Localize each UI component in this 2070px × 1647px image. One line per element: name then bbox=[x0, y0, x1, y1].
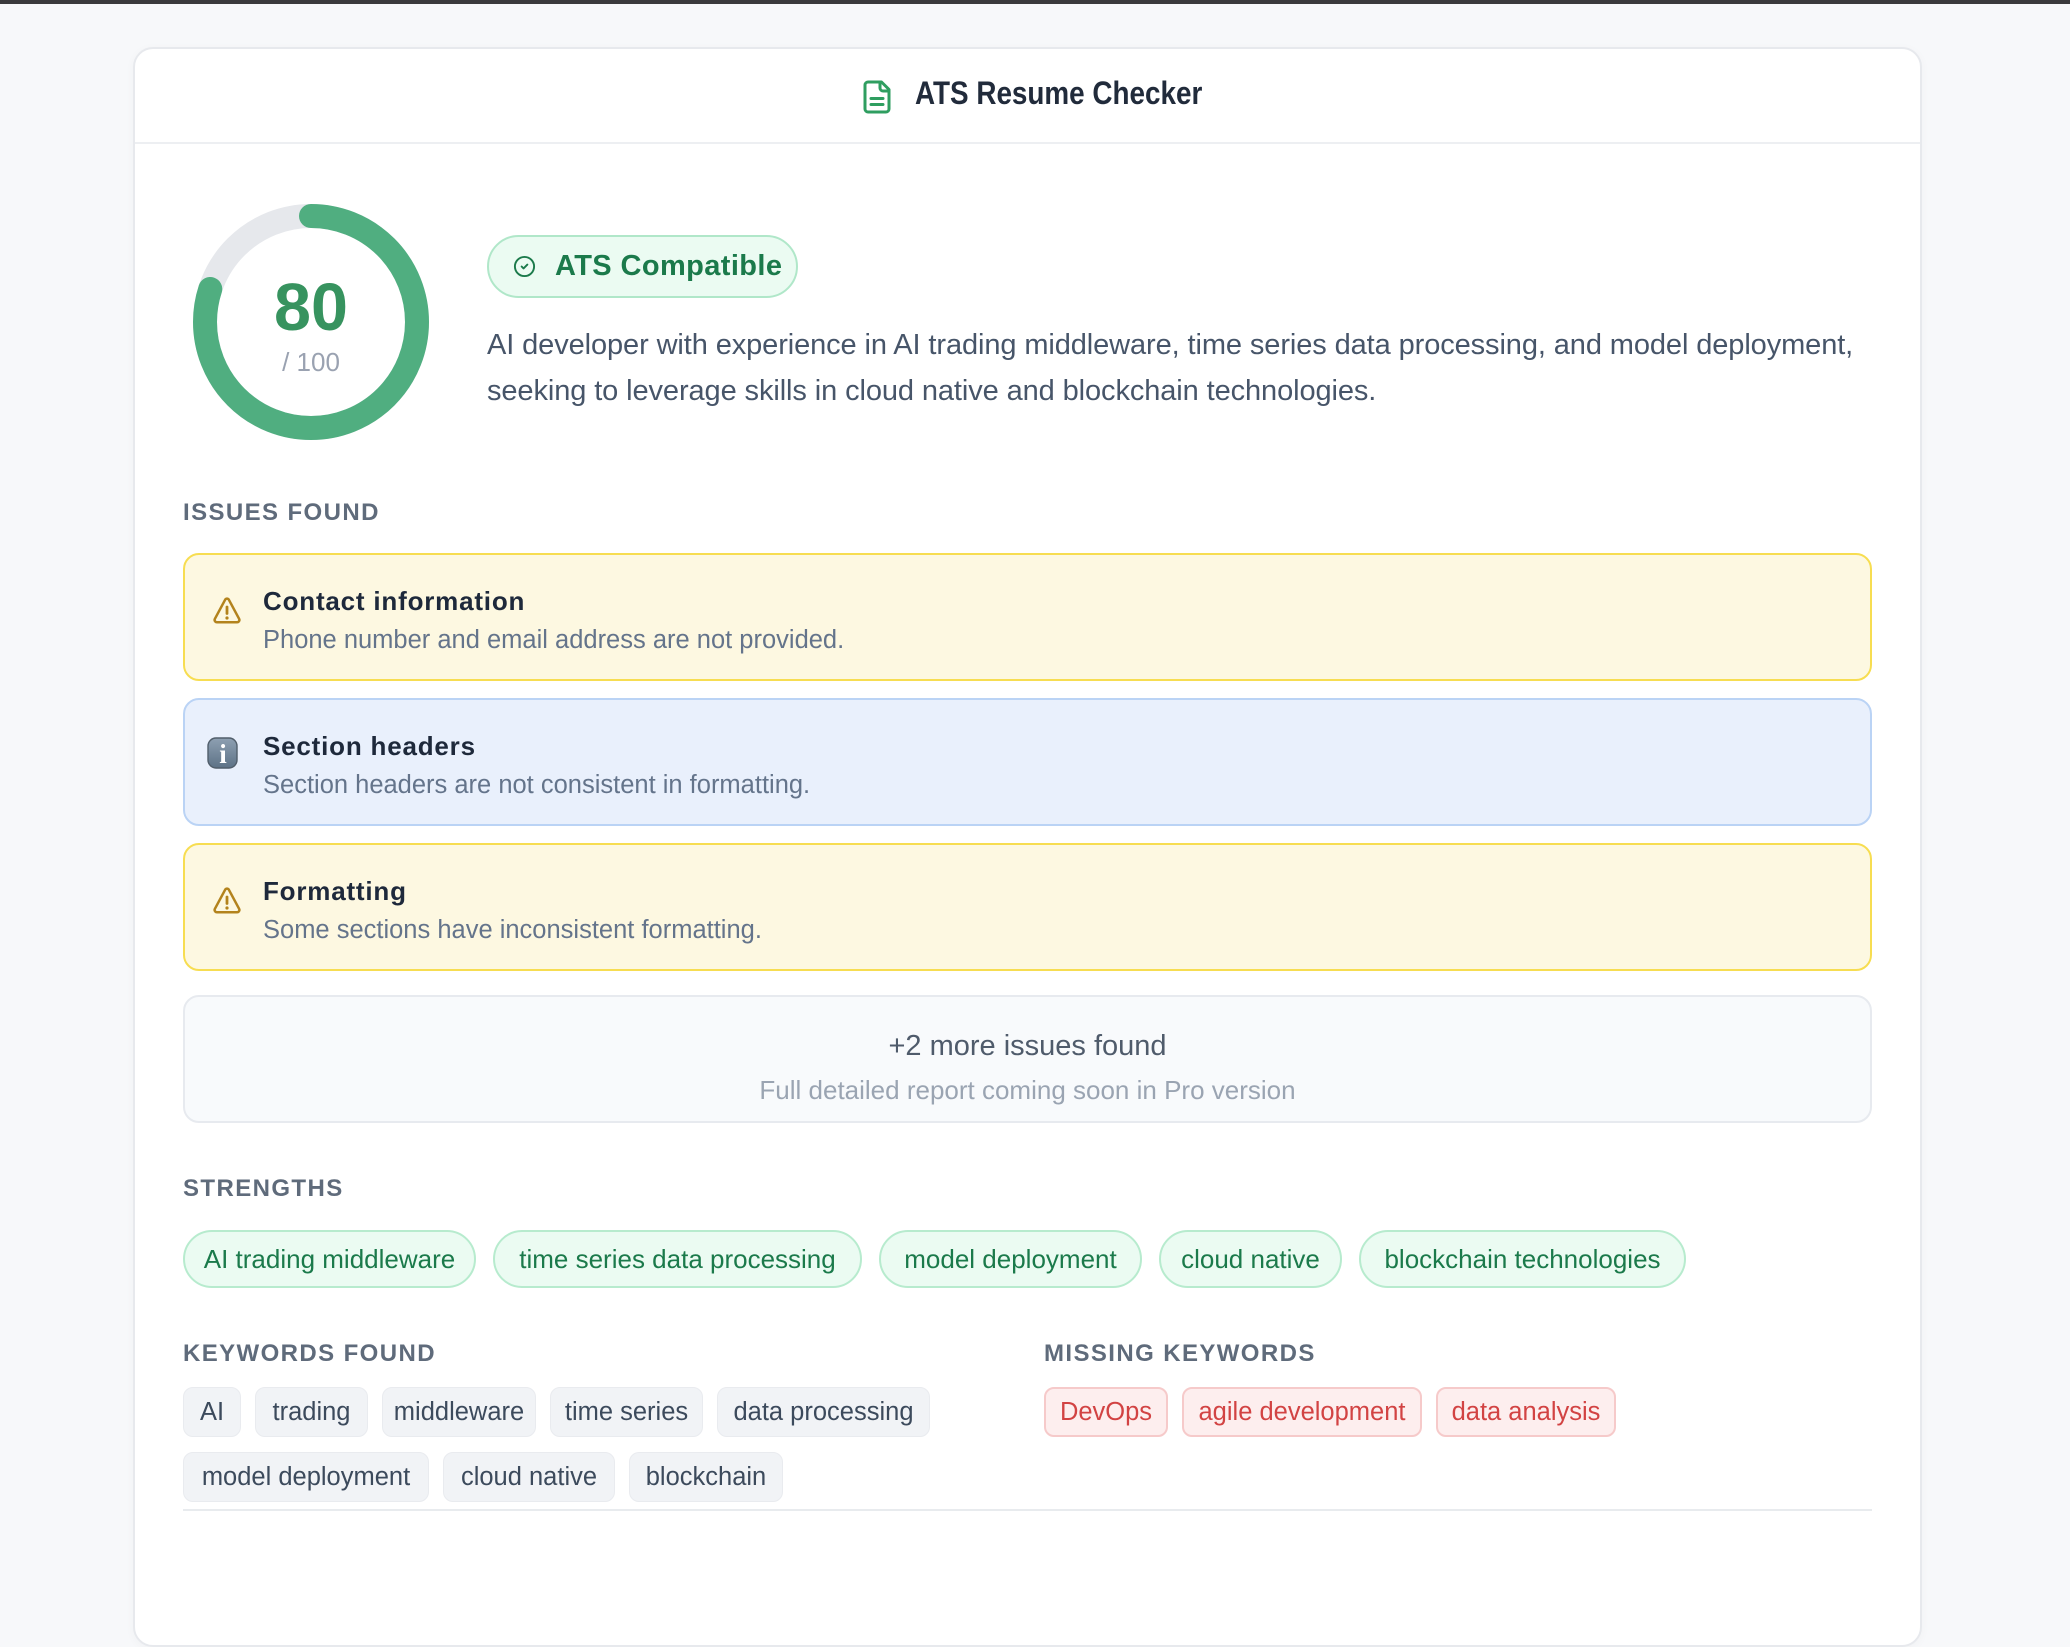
svg-text:/ 100: / 100 bbox=[282, 347, 340, 377]
svg-text:i: i bbox=[219, 739, 227, 769]
svg-text:80: 80 bbox=[274, 271, 348, 345]
